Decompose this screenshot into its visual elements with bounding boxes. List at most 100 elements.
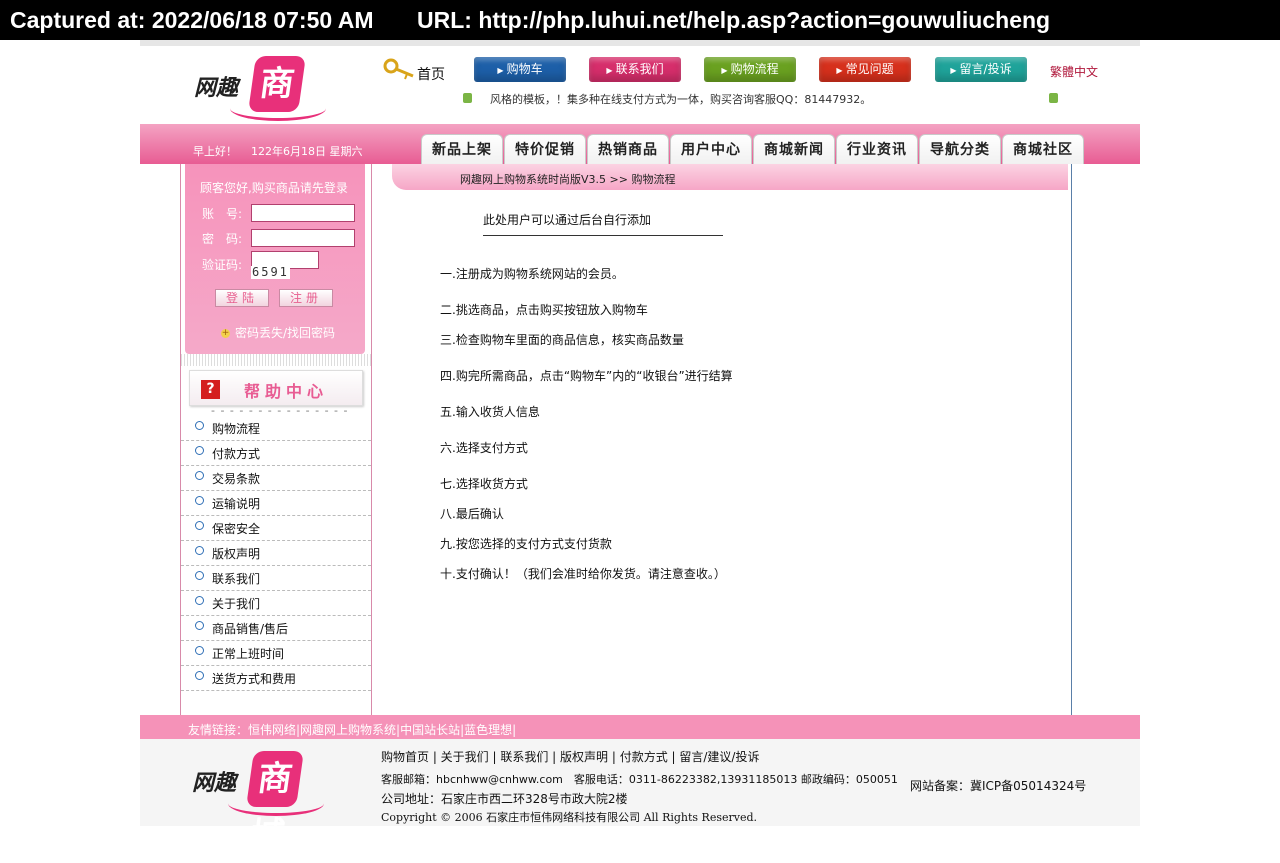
help-item-label: 保密安全 <box>212 522 261 536</box>
help-item[interactable]: 购物流程 <box>181 416 371 441</box>
help-item[interactable]: 保密安全 <box>181 516 371 541</box>
site-logo[interactable]: 网趣 商城 <box>190 52 330 160</box>
dotted-divider <box>181 354 371 366</box>
help-bullet-icon <box>195 496 204 505</box>
login-button[interactable]: 登陆 <box>215 289 269 307</box>
help-item-label: 付款方式 <box>212 447 261 461</box>
process-step: 四.购完所需商品，点击“购物车”内的“收银台”进行结算 <box>440 369 733 383</box>
help-item[interactable]: 付款方式 <box>181 441 371 466</box>
speaker-icon <box>1049 93 1058 103</box>
help-item[interactable]: 商品销售/售后 <box>181 616 371 641</box>
footer-nav[interactable]: 购物首页 | 关于我们 | 联系我们 | 版权声明 | 付款方式 | 留言/建议… <box>381 748 759 765</box>
help-item-label: 关于我们 <box>212 597 261 611</box>
speaker-icon <box>463 93 472 103</box>
help-item[interactable]: 联系我们 <box>181 566 371 591</box>
process-step: 九.按您选择的支付方式支付货款 <box>440 537 612 551</box>
help-item[interactable]: 送货方式和费用 <box>181 666 371 691</box>
breadcrumb: 网趣网上购物系统时尚版V3.5 >> 购物流程 <box>460 173 676 186</box>
footer-logo[interactable]: 网趣 商城 <box>188 747 328 855</box>
password-label: 密 码: <box>202 232 243 246</box>
language-link[interactable]: 繁體中文 <box>1050 63 1098 80</box>
help-item-label: 版权声明 <box>212 547 261 561</box>
help-bullet-icon <box>195 546 204 555</box>
help-item[interactable]: 正常上班时间 <box>181 641 371 666</box>
help-bullet-icon <box>195 446 204 455</box>
process-step: 一.注册成为购物系统网站的会员。 <box>440 267 624 281</box>
cart-button-label: 购物车 <box>506 62 543 76</box>
tab-promotions[interactable]: 特价促销 <box>504 134 586 164</box>
process-step: 三.检查购物车里面的商品信息，核实商品数量 <box>440 333 684 347</box>
help-item[interactable]: 交易条款 <box>181 466 371 491</box>
play-arrow-icon: ▶ <box>721 66 728 75</box>
help-bullet-icon <box>195 671 204 680</box>
tab-community[interactable]: 商城社区 <box>1002 134 1084 164</box>
help-bullet-icon <box>195 521 204 530</box>
captcha-label: 验证码: <box>202 258 243 272</box>
help-item-label: 运输说明 <box>212 497 261 511</box>
tab-mall-news[interactable]: 商城新闻 <box>753 134 835 164</box>
page: 网趣 商城 首页 ▶ 购物车 ▶ 联系我们 ▶ 购物流程 ▶ 常见问题 ▶ 留言/投诉 繁… <box>140 40 1140 855</box>
help-item[interactable]: 版权声明 <box>181 541 371 566</box>
logo-swoosh <box>230 96 326 121</box>
help-bullet-icon <box>195 571 204 580</box>
process-step: 六.选择支付方式 <box>440 441 528 455</box>
greeting-text: 早上好！ <box>193 145 237 158</box>
play-arrow-icon: ▶ <box>606 66 613 75</box>
process-button-label: 购物流程 <box>730 62 779 76</box>
announcement-bar: 风格的模板，！集多种在线支付方式为一体，购买咨询客服QQ：81447932。 <box>460 91 1060 107</box>
plus-icon: + <box>221 328 230 338</box>
password-input[interactable] <box>251 229 355 247</box>
process-button[interactable]: ▶ 购物流程 <box>704 57 796 82</box>
help-item[interactable]: 关于我们 <box>181 591 371 616</box>
home-link[interactable]: 首页 <box>417 64 445 84</box>
account-label: 账 号: <box>202 207 243 221</box>
tab-hot-products[interactable]: 热销商品 <box>587 134 669 164</box>
faq-button[interactable]: ▶ 常见问题 <box>819 57 911 82</box>
tab-new-products[interactable]: 新品上架 <box>421 134 503 164</box>
cart-button[interactable]: ▶ 购物车 <box>474 57 566 82</box>
copyright: Copyright © 2006 石家庄市恒伟网络科技有限公司 All Righ… <box>381 811 758 824</box>
help-bullet-icon <box>195 596 204 605</box>
date-text: 122年6月18日 星期六 <box>251 145 363 158</box>
admin-note: 此处用户可以通过后台自行添加 <box>483 211 723 236</box>
help-item-label: 购物流程 <box>212 422 261 436</box>
guestbook-button-label: 留言/投诉 <box>959 62 1012 76</box>
account-input[interactable] <box>251 204 355 222</box>
faq-button-label: 常见问题 <box>845 62 894 76</box>
help-item-label: 交易条款 <box>212 472 261 486</box>
login-title: 顾客您好,购买商品请先登录 <box>200 181 348 195</box>
friend-links[interactable]: 友情链接：恒伟网络|网趣网上购物系统|中国站长站|蓝色理想| <box>188 721 516 738</box>
capture-header: Captured at: 2022/06/18 07:50 AM URL: ht… <box>0 0 1280 40</box>
contact-button[interactable]: ▶ 联系我们 <box>589 57 681 82</box>
guestbook-button[interactable]: ▶ 留言/投诉 <box>935 57 1027 82</box>
captcha-image[interactable]: 6591 <box>251 266 290 279</box>
help-item[interactable]: 运输说明 <box>181 491 371 516</box>
help-item-label: 送货方式和费用 <box>212 672 297 686</box>
help-item-label: 正常上班时间 <box>212 647 285 661</box>
tab-categories[interactable]: 导航分类 <box>919 134 1001 164</box>
greeting: 早上好！ 122年6月18日 星期六 <box>193 143 377 159</box>
help-item-label: 联系我们 <box>212 572 261 586</box>
footer-address: 公司地址：石家庄市西二环328号市政大院2楼 <box>381 792 628 806</box>
register-button[interactable]: 注册 <box>279 289 333 307</box>
capture-url[interactable]: URL: http://php.luhui.net/help.asp?actio… <box>417 0 1050 40</box>
key-icon <box>383 58 414 80</box>
breadcrumb-bar: 网趣网上购物系统时尚版V3.5 >> 购物流程 <box>392 164 1068 190</box>
sidebar: 顾客您好,购买商品请先登录 账 号: 密 码: 验证码: 6591 登陆 注册 … <box>180 164 372 717</box>
help-bullet-icon <box>195 421 204 430</box>
forgot-password-link[interactable]: + 密码丢失/找回密码 <box>221 324 335 341</box>
capture-time: Captured at: 2022/06/18 07:50 AM <box>10 7 374 33</box>
help-bullet-icon <box>195 471 204 480</box>
announcement-text: 风格的模板，！集多种在线支付方式为一体，购买咨询客服QQ：81447932。 <box>490 93 872 106</box>
friend-links-bar: 友情链接：恒伟网络|网趣网上购物系统|中国站长站|蓝色理想| <box>140 715 1140 739</box>
help-bullet-icon <box>195 621 204 630</box>
play-arrow-icon: ▶ <box>497 66 504 75</box>
play-arrow-icon: ▶ <box>950 66 957 75</box>
process-step: 五.输入收货人信息 <box>440 405 540 419</box>
tab-industry-news[interactable]: 行业资讯 <box>836 134 918 164</box>
tab-user-center[interactable]: 用户中心 <box>670 134 752 164</box>
process-step: 十.支付确认！（我们会准时给你发货。请注意查收。） <box>440 567 726 581</box>
top-strip <box>140 40 1140 46</box>
help-center-banner: ? 帮助中心 <box>189 370 363 406</box>
icp-record: 网站备案：冀ICP备05014324号 <box>910 779 1087 793</box>
